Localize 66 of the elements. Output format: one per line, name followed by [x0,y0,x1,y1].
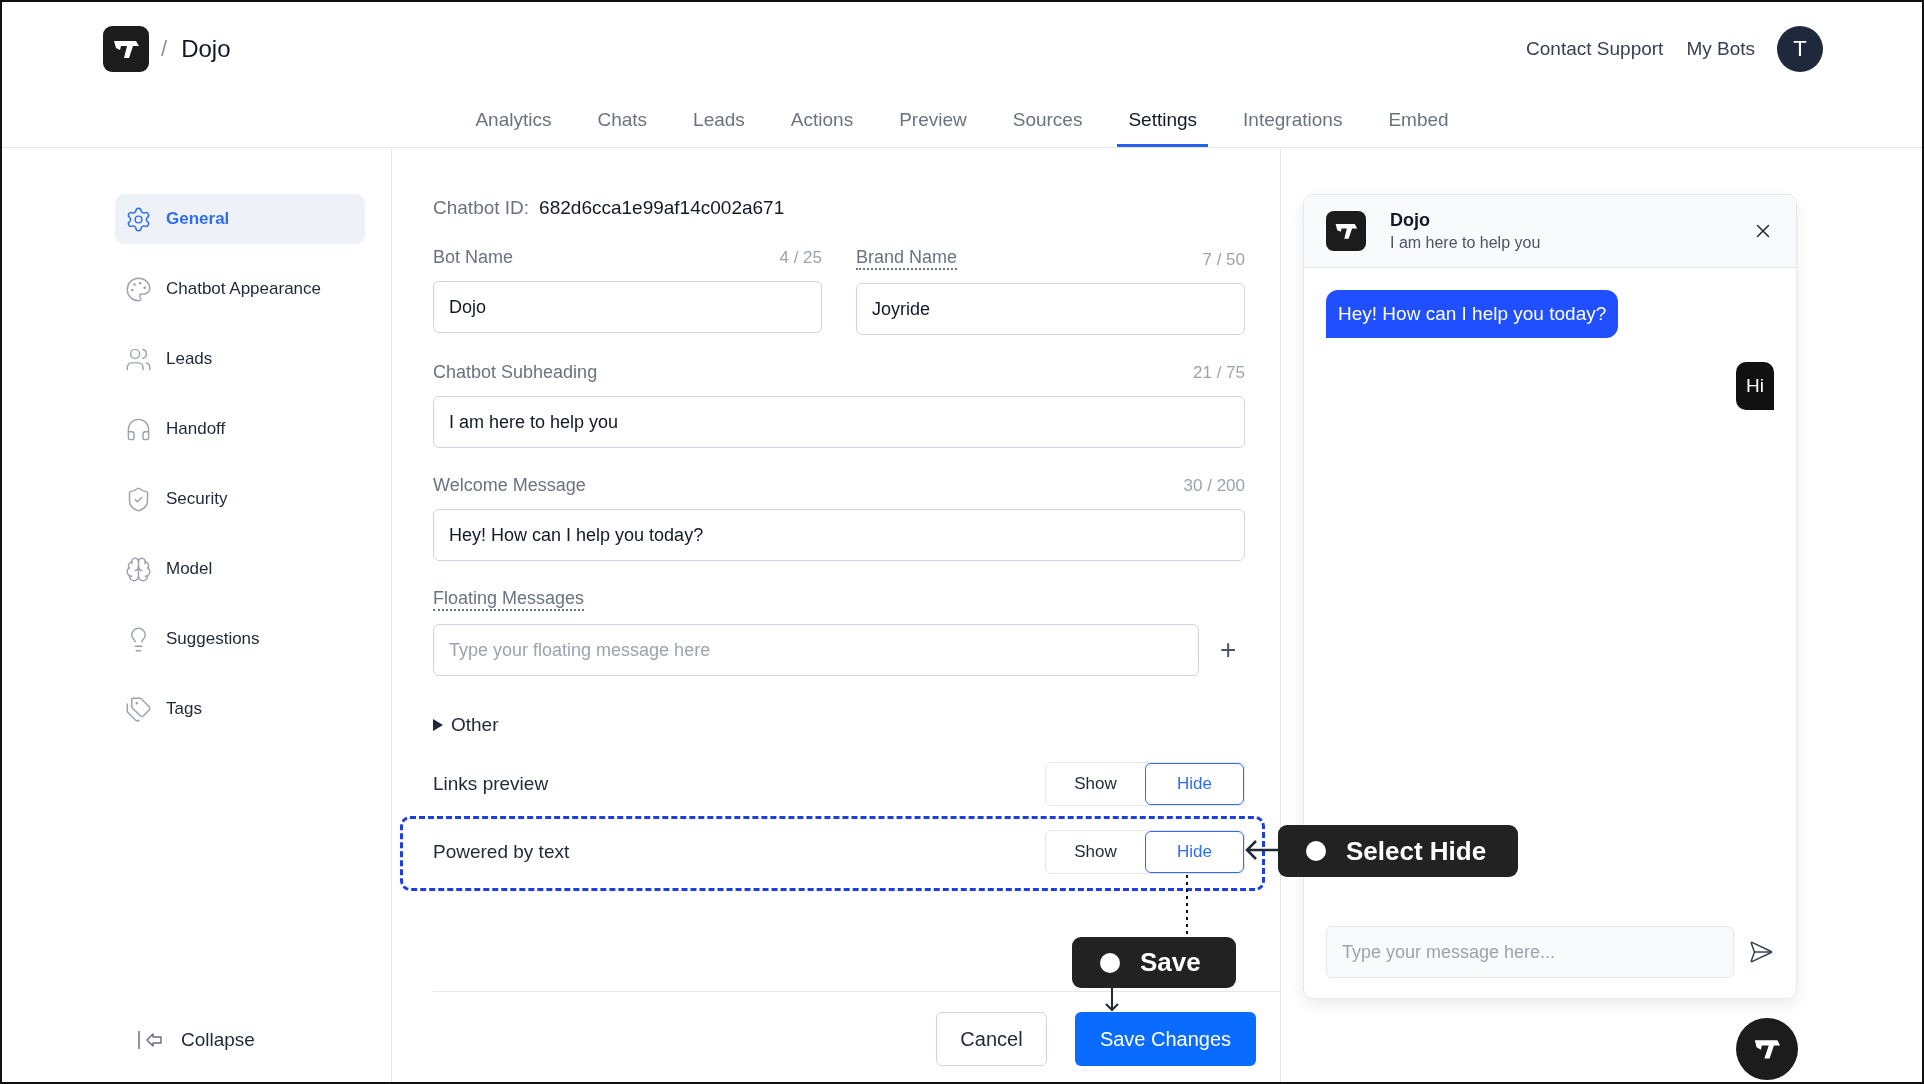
message-input[interactable]: Type your message here... [1326,926,1735,978]
nav-tab[interactable]: Sources [1001,96,1094,147]
segment-option[interactable]: Hide [1145,763,1244,805]
annotation-callout: Save [1072,937,1236,988]
sidebar-item[interactable]: Suggestions [115,614,365,664]
field-label: Floating Messages [433,588,585,611]
sidebar-item[interactable]: General [115,194,365,244]
sidebar-item[interactable]: Security [115,474,365,524]
save-button[interactable]: Save Changes [1075,1012,1256,1066]
input-field[interactable]: I am here to help you [433,396,1245,448]
pointer-arrow [1104,988,1120,1012]
settings-icon [125,205,152,233]
nav-tab[interactable]: Integrations [1232,96,1354,147]
input-field[interactable]: Dojo [433,281,822,333]
field-label: Brand Name [856,247,958,270]
nav-tab[interactable]: Settings [1117,96,1209,147]
header-link[interactable]: Contact Support [1526,38,1664,60]
header-link[interactable]: My Bots [1686,38,1755,60]
input-field[interactable]: Type your floating message here [433,624,1200,676]
setting-label: Links preview [433,773,549,795]
character-count: 30 / 200 [1183,476,1245,496]
segment-option[interactable]: Hide [1145,831,1244,873]
setting-label: Powered by text [433,841,570,863]
add-button[interactable]: + [1211,636,1245,664]
chat-title: Dojo [1390,210,1431,231]
nav-tab[interactable]: Preview [888,96,978,147]
logo-icon [103,26,149,72]
nav-tab[interactable]: Analytics [464,96,563,147]
collapse-button[interactable]: Collapse [115,1028,391,1052]
chat-bubble: Hi [1736,362,1774,410]
sidebar-item[interactable]: Tags [115,684,365,734]
nav-tab[interactable]: Leads [682,96,756,147]
sidebar-item[interactable]: Chatbot Appearance [115,264,365,314]
nav-tab[interactable]: Embed [1377,96,1460,147]
nav-tab[interactable]: Chats [586,96,659,147]
character-count: 4 / 25 [779,248,822,268]
cancel-button[interactable]: Cancel [936,1012,1047,1066]
pointer-arrow [1244,838,1278,862]
logo-icon [1326,211,1366,251]
character-count: 21 / 75 [1193,363,1245,383]
leader-line [1185,875,1189,937]
collapse-icon [137,1030,163,1050]
sidebar-item[interactable]: Handoff [115,404,365,454]
tags-icon [125,695,152,723]
field-label: Chatbot Subheading [433,362,598,383]
caret-icon [433,719,443,731]
breadcrumb-separator: / [161,36,168,62]
palette-icon [125,275,152,303]
chat-bubble: Hey! How can I help you today? [1326,290,1619,338]
chatbot-id-value: 682d6cca1e99af14c002a671 [539,197,785,219]
chat-subtitle: I am here to help you [1390,234,1542,252]
chatbot-id-label: Chatbot ID: [433,197,530,219]
input-field[interactable]: Joyride [856,283,1245,335]
brain-icon [125,555,152,583]
sidebar-item[interactable]: Leads [115,334,365,384]
sidebar-item[interactable]: Model [115,544,365,594]
input-field[interactable]: Hey! How can I help you today? [433,509,1245,561]
nav-tab[interactable]: Actions [779,96,865,147]
character-count: 7 / 50 [1202,250,1245,270]
user-avatar[interactable]: T [1777,26,1823,72]
bot-name: Dojo [181,35,231,63]
field-label: Bot Name [433,247,514,268]
send-icon[interactable] [1748,939,1774,965]
other-toggle[interactable]: Other [433,714,1245,736]
field-label: Welcome Message [433,475,586,496]
annotation-callout: Select Hide [1278,825,1518,877]
